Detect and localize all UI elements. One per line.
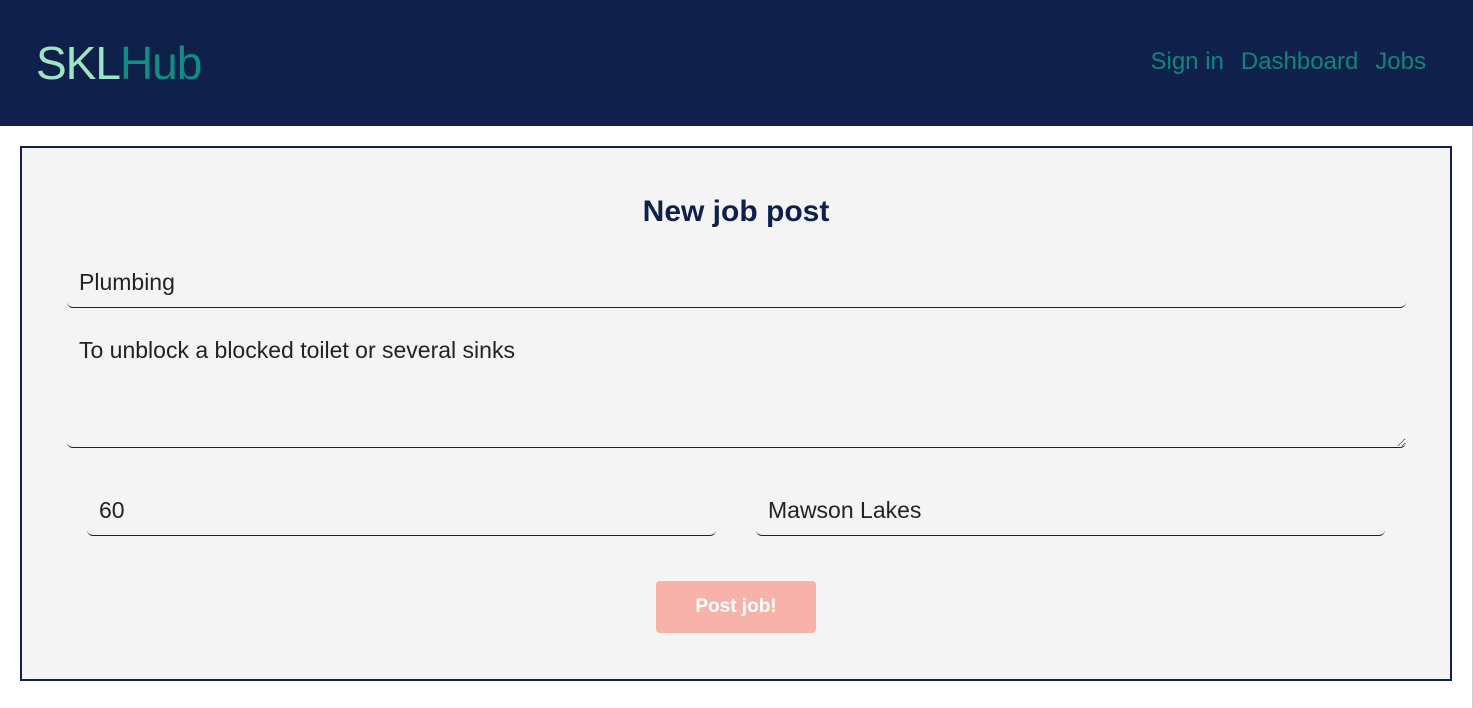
- nav-dashboard-link[interactable]: Dashboard: [1241, 46, 1358, 78]
- post-job-button[interactable]: Post job!: [656, 581, 816, 633]
- logo[interactable]: SKLHub: [36, 34, 202, 92]
- new-job-form-card: New job post To unblock a blocked toilet…: [20, 146, 1452, 681]
- main-nav: Sign in Dashboard Jobs: [1150, 46, 1426, 78]
- job-rate-input[interactable]: [87, 486, 716, 536]
- nav-sign-in-link[interactable]: Sign in: [1150, 46, 1223, 78]
- job-title-input[interactable]: [67, 258, 1406, 308]
- job-description-textarea[interactable]: To unblock a blocked toilet or several s…: [67, 324, 1406, 448]
- logo-skl-text: SKL: [36, 37, 121, 89]
- logo-hub-text: Hub: [119, 37, 202, 89]
- top-navbar: SKLHub Sign in Dashboard Jobs: [0, 0, 1473, 126]
- form-title: New job post: [642, 195, 830, 228]
- nav-jobs-link[interactable]: Jobs: [1375, 46, 1426, 78]
- job-location-input[interactable]: [756, 486, 1385, 536]
